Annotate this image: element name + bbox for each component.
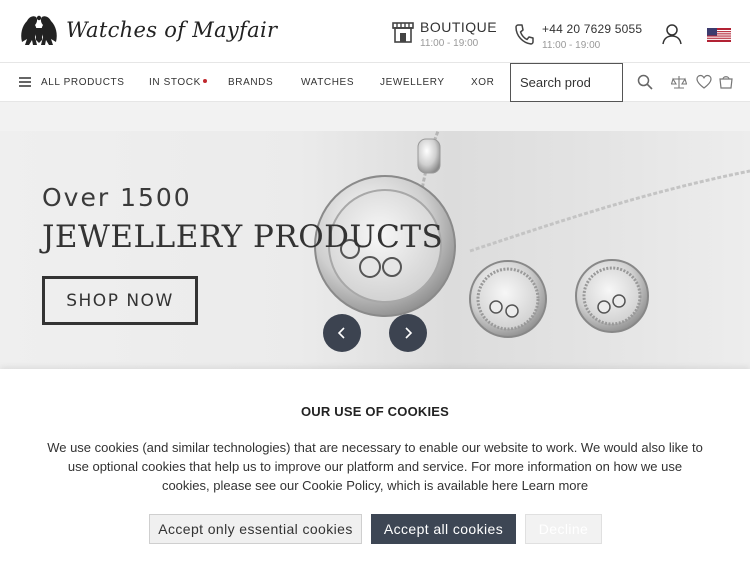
boutique-label: BOUTIQUE (420, 19, 498, 35)
nav-jewellery[interactable]: JEWELLERY (380, 63, 445, 101)
nav-all-products[interactable]: ALL PRODUCTS (19, 63, 125, 101)
carousel-prev-button[interactable] (323, 314, 361, 352)
cookie-title: OUR USE OF COOKIES (300, 404, 450, 419)
phone-hours: 11:00 - 19:00 (542, 40, 601, 51)
promo-band (0, 102, 750, 131)
main-nav: ALL PRODUCTS IN STOCK BRANDS WATCHES JEW… (0, 62, 750, 102)
menu-icon (19, 77, 31, 87)
nav-label: WATCHES (301, 76, 355, 88)
nav-watches[interactable]: WATCHES (301, 63, 354, 101)
heart-icon[interactable] (696, 74, 712, 90)
us-flag-icon[interactable] (707, 28, 731, 42)
learn-more-link[interactable]: Learn more (522, 478, 588, 493)
store-icon (392, 22, 414, 43)
carousel-next-button[interactable] (389, 314, 427, 352)
phone-number: +44 20 7629 5055 (542, 22, 643, 36)
search-input[interactable] (510, 63, 623, 102)
hero-subtitle: Over 1500 (42, 183, 192, 212)
nav-label: ALL PRODUCTS (41, 76, 125, 88)
accept-essential-cookies-button[interactable]: Accept only essential cookies (149, 514, 362, 544)
nav-label: BRANDS (228, 76, 274, 88)
chevron-right-icon (405, 327, 413, 339)
nav-label: XOR (471, 76, 495, 88)
accept-all-cookies-button[interactable]: Accept all cookies (371, 514, 516, 544)
phone-icon (515, 24, 534, 45)
lions-crest-icon (21, 15, 57, 45)
cookie-description: We use cookies (and similar technologies… (45, 438, 705, 495)
cookie-text: We use cookies (and similar technologies… (47, 440, 703, 493)
brand-logo[interactable]: Watches of Mayfair (18, 12, 277, 48)
phone-link[interactable]: +44 20 7629 5055 11:00 - 19:00 (514, 21, 642, 52)
search-icon[interactable] (637, 74, 653, 90)
boutique-link[interactable]: BOUTIQUE 11:00 - 19:00 (392, 20, 497, 50)
site-header: Watches of Mayfair BOUTIQUE 11:00 - 19:0… (0, 0, 750, 62)
decline-cookies-button[interactable]: Decline (525, 514, 602, 544)
nav-brands[interactable]: BRANDS (228, 63, 273, 101)
nav-label: JEWELLERY (380, 76, 445, 88)
cart-icon[interactable] (718, 74, 734, 90)
hero-title: JEWELLERY PRODUCTS (42, 219, 444, 255)
shop-now-button[interactable]: SHOP NOW (42, 276, 198, 325)
nav-xor[interactable]: XOR (471, 63, 494, 101)
nav-in-stock[interactable]: IN STOCK (149, 63, 207, 101)
cookie-banner: OUR USE OF COOKIES We use cookies (and s… (0, 369, 750, 563)
user-icon[interactable] (660, 22, 684, 46)
nav-label: IN STOCK (149, 76, 201, 88)
hero-banner: Over 1500 JEWELLERY PRODUCTS SHOP NOW (0, 131, 750, 369)
chevron-left-icon (337, 327, 345, 339)
compare-scales-icon[interactable] (671, 74, 687, 90)
brand-name: Watches of Mayfair (66, 18, 278, 42)
new-indicator-dot (202, 79, 207, 83)
boutique-hours: 11:00 - 19:00 (420, 38, 479, 49)
